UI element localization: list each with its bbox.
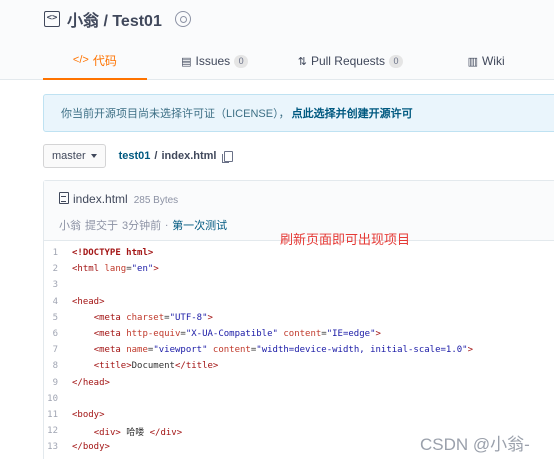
branch-name: master (52, 150, 86, 162)
breadcrumb: test01 / index.html (119, 150, 233, 163)
tab-label: Pull Requests (310, 54, 385, 68)
repo-header: <> 小翁 / Test01 </> 代码 ▤ Issues 0 ⇅ Pull Reques… (0, 0, 554, 80)
line-number[interactable]: 6 (44, 329, 72, 339)
tab-icon: ▤ (181, 55, 192, 68)
commit-info: 小翁 提交于 3分钟前 . 第一次测试 (59, 217, 227, 233)
code-line: 6 <meta http-equiv="X-UA-Compatible" con… (44, 326, 473, 342)
commit-action: 提交于 (85, 220, 118, 232)
line-source: <meta http-equiv="X-UA-Compatible" conte… (93, 329, 381, 340)
annotation-text: 刷新页面即可出现项目 (280, 232, 411, 247)
line-number[interactable]: 13 (44, 442, 72, 452)
line-source: <meta name="viewport" content="width=dev… (93, 345, 474, 356)
line-number[interactable]: 10 (44, 394, 72, 404)
file-size: 285 Bytes (133, 195, 179, 206)
tab-代码[interactable]: </> 代码 (43, 42, 147, 80)
create-license-link[interactable]: 点此选择并创建开源许可 (292, 105, 413, 121)
license-notice-text: 你当前开源项目尚未选择许可证（LICENSE）， (61, 108, 290, 120)
award-badge-icon[interactable] (174, 11, 191, 27)
file-name-row: index.html 285 Bytes (59, 191, 178, 206)
file-viewer: index.html 285 Bytes 小翁 提交于 3分钟前 . 第一次测试… (43, 180, 554, 459)
code-line: 5 <meta charset="UTF-8"> (44, 310, 473, 326)
line-number[interactable]: 7 (44, 345, 72, 355)
tab-icon: ⇅ (297, 55, 307, 68)
code-repo-icon: <> (44, 11, 60, 27)
line-source: <meta charset="UTF-8"> (93, 312, 213, 323)
breadcrumb-separator: / (154, 150, 158, 162)
code-line: 12 <div> 哈喽 </div> (44, 423, 473, 439)
commit-author[interactable]: 小翁 (59, 217, 81, 233)
line-number[interactable]: 8 (44, 361, 72, 371)
commit-message-link[interactable]: 第一次测试 (172, 217, 227, 233)
commit-time: 3分钟前 (122, 220, 162, 232)
tab-count-badge: 0 (234, 54, 249, 68)
code-line: 7 <meta name="viewport" content="width=d… (44, 342, 473, 358)
tab-issues[interactable]: ▤ Issues 0 (147, 42, 283, 80)
license-notice: 你当前开源项目尚未选择许可证（LICENSE）， 点此选择并创建开源许可 (43, 94, 554, 132)
code-line: 10 (44, 391, 473, 407)
line-number[interactable]: 9 (44, 378, 72, 388)
line-source: <head> (72, 296, 105, 307)
tab-label: Issues (195, 54, 231, 68)
code-line: 11 <body> (44, 407, 473, 423)
line-number[interactable]: 3 (44, 280, 72, 290)
commit-dot: . (165, 217, 169, 229)
line-number[interactable]: 12 (44, 426, 72, 436)
tab-icon: </> (72, 54, 89, 66)
code-line: 3 (44, 277, 473, 293)
breadcrumb-file: index.html (161, 150, 217, 162)
line-source: <title>Document</title> (93, 361, 219, 372)
tab-pull-requests[interactable]: ⇅ Pull Requests 0 (283, 42, 419, 80)
breadcrumb-repo-link[interactable]: test01 (119, 150, 151, 162)
caret-down-icon (90, 154, 97, 158)
tab-wiki[interactable]: ▥ Wiki (418, 42, 554, 80)
branch-row: master test01 / index.html (43, 144, 233, 168)
line-source: <!DOCTYPE html> (72, 248, 154, 259)
line-number[interactable]: 11 (44, 410, 72, 420)
repo-name-link[interactable]: 小翁 / Test01 (67, 7, 162, 31)
tab-label: Wiki (481, 54, 505, 68)
file-name: index.html (73, 192, 128, 206)
tab-count-badge: 0 (389, 54, 403, 68)
line-number[interactable]: 2 (44, 264, 72, 274)
line-source: </body> (72, 442, 110, 453)
branch-selector[interactable]: master (43, 144, 106, 168)
line-source: <div> 哈喽 </div> (93, 427, 183, 438)
line-source: <body> (72, 409, 105, 420)
code-view: 1 <!DOCTYPE html> 2 <html lang="en"> 3 4 <head… (44, 245, 473, 455)
code-line: 9 </head> (44, 375, 473, 391)
file-icon (59, 192, 69, 204)
tab-label: 代码 (92, 53, 117, 68)
code-line: 13 </body> (44, 439, 473, 455)
line-number[interactable]: 4 (44, 297, 72, 307)
repo-title: <> 小翁 / Test01 (44, 8, 191, 30)
copy-icon[interactable] (221, 150, 233, 163)
tab-icon: ▥ (467, 55, 478, 68)
code-line: 2 <html lang="en"> (44, 261, 473, 277)
repo-tabs: </> 代码 ▤ Issues 0 ⇅ Pull Requests 0 ▥ Wiki (43, 42, 554, 80)
line-number[interactable]: 1 (44, 248, 72, 258)
line-number[interactable]: 5 (44, 313, 72, 323)
code-line: 8 <title>Document</title> (44, 358, 473, 374)
code-line: 4 <head> (44, 294, 473, 310)
line-source: <html lang="en"> (72, 264, 159, 275)
watermark: CSDN @小翁- (420, 435, 530, 454)
line-source: </head> (72, 377, 110, 388)
